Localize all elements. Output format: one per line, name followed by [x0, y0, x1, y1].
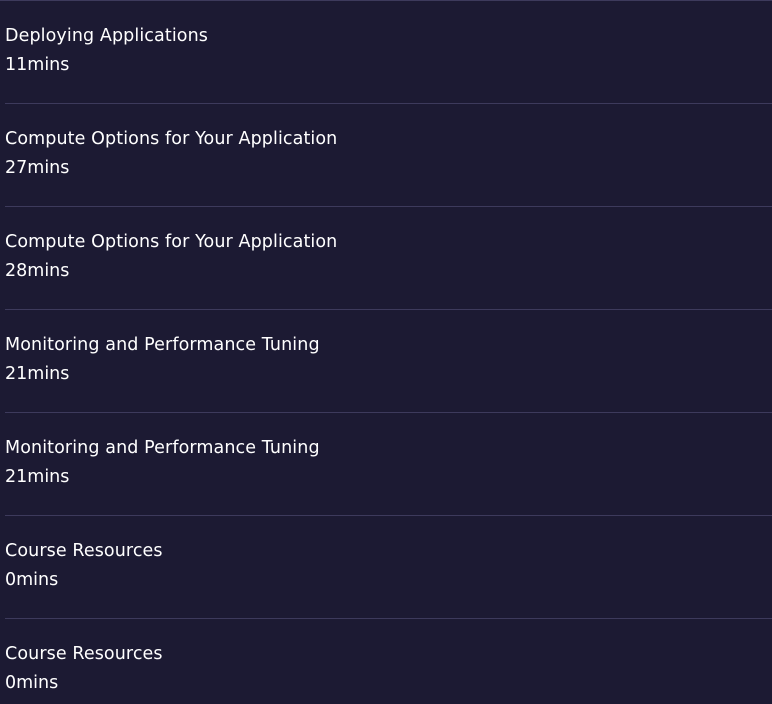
module-item[interactable]: Course Resources 0mins: [5, 516, 772, 619]
module-title: Compute Options for Your Application: [5, 232, 338, 252]
module-title: Course Resources: [5, 541, 163, 561]
module-duration: 21mins: [5, 364, 70, 384]
module-item[interactable]: Monitoring and Performance Tuning 21mins: [5, 413, 772, 516]
module-item[interactable]: Monitoring and Performance Tuning 21mins: [5, 310, 772, 413]
module-title: Course Resources: [5, 644, 163, 664]
module-duration: 28mins: [5, 261, 70, 281]
module-title: Deploying Applications: [5, 26, 208, 46]
module-title: Compute Options for Your Application: [5, 129, 338, 149]
module-item[interactable]: Compute Options for Your Application 27m…: [5, 104, 772, 207]
module-item[interactable]: Compute Options for Your Application 28m…: [5, 207, 772, 310]
module-item[interactable]: Deploying Applications 11mins: [5, 1, 772, 104]
module-duration: 27mins: [5, 158, 70, 178]
module-duration: 11mins: [5, 55, 70, 75]
module-title: Monitoring and Performance Tuning: [5, 335, 320, 355]
module-title: Monitoring and Performance Tuning: [5, 438, 320, 458]
module-duration: 0mins: [5, 673, 59, 693]
module-item[interactable]: Course Resources 0mins: [5, 619, 772, 704]
module-duration: 21mins: [5, 467, 70, 487]
module-duration: 0mins: [5, 570, 59, 590]
module-list: Deploying Applications 11mins Compute Op…: [0, 0, 772, 704]
